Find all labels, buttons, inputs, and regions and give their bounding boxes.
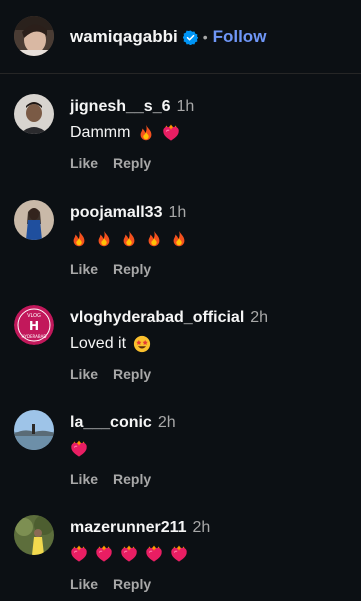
avatar[interactable]	[14, 410, 54, 450]
comment-text-content: Loved it	[70, 335, 127, 352]
avatar[interactable]	[14, 16, 54, 56]
heart-on-fire-emoji	[170, 545, 188, 563]
heart-on-fire-emoji	[70, 545, 88, 563]
comment-item: mazerunner211 2h Like Reply	[0, 515, 361, 601]
reply-button[interactable]: Reply	[113, 155, 151, 171]
fire-emoji	[95, 230, 113, 248]
comment-text	[70, 228, 195, 250]
comment-username[interactable]: poojamall33	[70, 204, 162, 222]
like-button[interactable]: Like	[70, 366, 98, 382]
comment-time: 2h	[192, 519, 211, 536]
fire-emoji	[120, 230, 138, 248]
comment-item: jignesh__s_6 1h Dammm Like Reply	[0, 94, 361, 199]
comment-text	[70, 438, 95, 460]
like-button[interactable]: Like	[70, 576, 98, 592]
comment-actions: Like Reply	[70, 260, 151, 278]
comment-time: 2h	[157, 414, 176, 431]
star-struck-emoji	[133, 335, 151, 353]
reply-button[interactable]: Reply	[113, 261, 151, 277]
comment-time: 1h	[168, 204, 187, 221]
separator-dot: •	[202, 29, 208, 45]
like-button[interactable]: Like	[70, 261, 98, 277]
heart-on-fire-emoji	[162, 124, 180, 142]
comment-actions: Like Reply	[70, 154, 151, 172]
reply-button[interactable]: Reply	[113, 471, 151, 487]
fire-emoji	[170, 230, 188, 248]
verified-badge-icon	[182, 29, 199, 45]
reply-button[interactable]: Reply	[113, 576, 151, 592]
comment-item: la___conic 2h Like Reply	[0, 410, 361, 515]
comment-time: 1h	[176, 98, 195, 115]
comment-text-content: Dammm	[70, 124, 131, 141]
fire-emoji	[70, 230, 88, 248]
svg-text:H: H	[29, 319, 39, 333]
comment-text: Loved it	[70, 333, 158, 355]
comment-item: poojamall33 1h Like Reply	[0, 200, 361, 305]
comment-item: VLOG H HYDERABAD vloghyderabad_official …	[0, 305, 361, 410]
heart-on-fire-emoji	[70, 440, 88, 458]
heart-on-fire-emoji	[145, 545, 163, 563]
like-button[interactable]: Like	[70, 471, 98, 487]
comment-actions: Like Reply	[70, 365, 151, 383]
avatar[interactable]	[14, 515, 54, 555]
avatar[interactable]	[14, 200, 54, 240]
comment-actions: Like Reply	[70, 575, 151, 593]
comment-username[interactable]: la___conic	[70, 414, 152, 432]
svg-text:HYDERABAD: HYDERABAD	[22, 334, 47, 339]
reply-button[interactable]: Reply	[113, 366, 151, 382]
post-header: wamiqagabbi • Follow	[0, 0, 361, 74]
avatar[interactable]: VLOG H HYDERABAD	[14, 305, 54, 345]
comment-time: 2h	[250, 309, 269, 326]
avatar[interactable]	[14, 94, 54, 134]
comment-username[interactable]: jignesh__s_6	[70, 98, 171, 116]
comment-actions: Like Reply	[70, 470, 151, 488]
heart-on-fire-emoji	[120, 545, 138, 563]
comment-username[interactable]: vloghyderabad_official	[70, 309, 244, 327]
comment-text	[70, 543, 195, 565]
post-author-username[interactable]: wamiqagabbi	[70, 27, 178, 47]
comment-text: Dammm	[70, 122, 187, 144]
like-button[interactable]: Like	[70, 155, 98, 171]
fire-emoji	[145, 230, 163, 248]
heart-on-fire-emoji	[95, 545, 113, 563]
comment-username[interactable]: mazerunner211	[70, 519, 187, 537]
follow-button[interactable]: Follow	[213, 27, 267, 47]
fire-emoji	[137, 124, 155, 142]
